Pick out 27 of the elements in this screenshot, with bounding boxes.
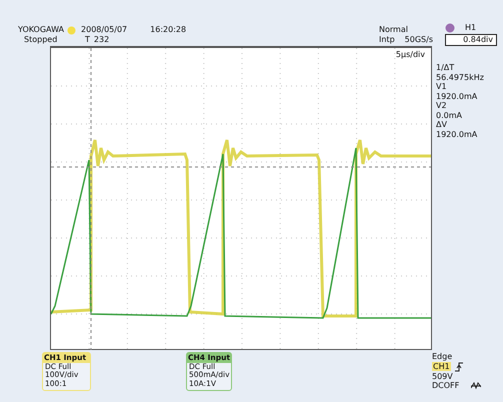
sampling-label: Intp xyxy=(379,34,395,44)
record-number: 232 xyxy=(94,34,110,44)
measurement-value: 1920.0mA xyxy=(436,92,478,101)
measurement-value: 1920.0mA xyxy=(436,130,478,139)
measurement-value: 56.4975kHz xyxy=(436,72,484,82)
trigger-level: 509V xyxy=(432,372,454,381)
mode-label: Normal xyxy=(379,25,409,34)
measurement-value: ΔV xyxy=(436,120,448,130)
cursor-value: 0.84div xyxy=(445,34,497,46)
sample-rate: 50GS/s xyxy=(404,34,433,44)
measurement-value: V1 xyxy=(436,82,448,92)
measurement-value: 1/ΔT xyxy=(436,63,456,72)
brand-label: YOKOGAWA xyxy=(18,25,64,34)
trigger-type: Edge xyxy=(432,352,454,362)
measurement-value: 0.0mA xyxy=(436,110,463,120)
acquisition-state: Stopped xyxy=(23,34,58,44)
measurement-value: V2 xyxy=(436,101,448,110)
status-icon xyxy=(67,26,76,35)
timebase-label: 5µs/div xyxy=(396,50,425,60)
trigger-coupling: DCOFF xyxy=(432,381,460,390)
rising-edge-icon xyxy=(454,362,464,372)
trigger-source: CH1 xyxy=(432,362,451,372)
trigger-mark: T xyxy=(84,34,90,44)
cursor-label: H1 xyxy=(465,23,476,33)
date-label: 2008/05/07 xyxy=(81,25,128,34)
time-label: 16:20:28 xyxy=(150,25,186,34)
noise-filter-icon xyxy=(471,382,482,390)
